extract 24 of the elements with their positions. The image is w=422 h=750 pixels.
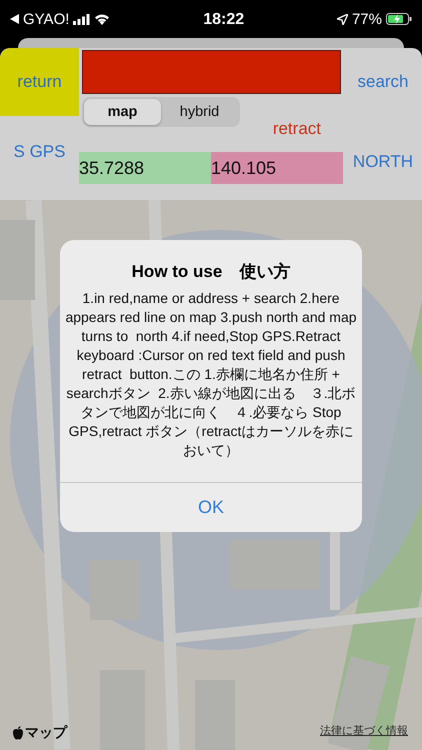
map-type-segment[interactable]: map xyxy=(84,99,161,125)
search-button[interactable]: search xyxy=(357,72,409,92)
wifi-icon xyxy=(94,13,110,25)
alert-message: 1.in red,name or address + search 2.here appears red line on map 3.push north and map turns to north 4.if need,Stop GPS.Retract keyboard :Cursor on red text field and push retract button.この 1.赤欄に地名か住所 + searchボタン 2.赤い線が地図に出る ３.北ボタンで地図が北に向く ４.必要なら Stop GPS,retract ボタン（retractはカーソルを赤において） xyxy=(65,289,357,460)
map-type-segment[interactable]: hybrid xyxy=(161,99,238,125)
search-field[interactable] xyxy=(82,50,341,94)
legal-link[interactable]: 法律に基づく情報 xyxy=(320,723,408,738)
latitude-field: 35.7288 xyxy=(79,152,211,184)
battery-percent: 77% xyxy=(352,10,382,28)
back-arrow-icon[interactable] xyxy=(10,14,19,24)
back-app-label[interactable]: GYAO! xyxy=(23,10,70,28)
retract-button[interactable]: retract xyxy=(272,119,321,139)
return-button[interactable]: return xyxy=(0,48,79,116)
battery-charging-icon xyxy=(386,13,412,25)
apple-logo-icon xyxy=(12,726,24,740)
longitude-field: 140.105 xyxy=(211,152,343,184)
alert-title: How to use 使い方 xyxy=(130,261,292,283)
maps-logo-text: マップ xyxy=(25,724,67,742)
clock: 18:22 xyxy=(202,10,246,29)
location-arrow-icon xyxy=(336,14,348,24)
stop-gps-button[interactable]: S GPS xyxy=(14,142,66,162)
north-button[interactable]: NORTH xyxy=(352,152,414,172)
signal-icon xyxy=(73,14,90,24)
ok-button[interactable]: OK xyxy=(60,482,362,532)
